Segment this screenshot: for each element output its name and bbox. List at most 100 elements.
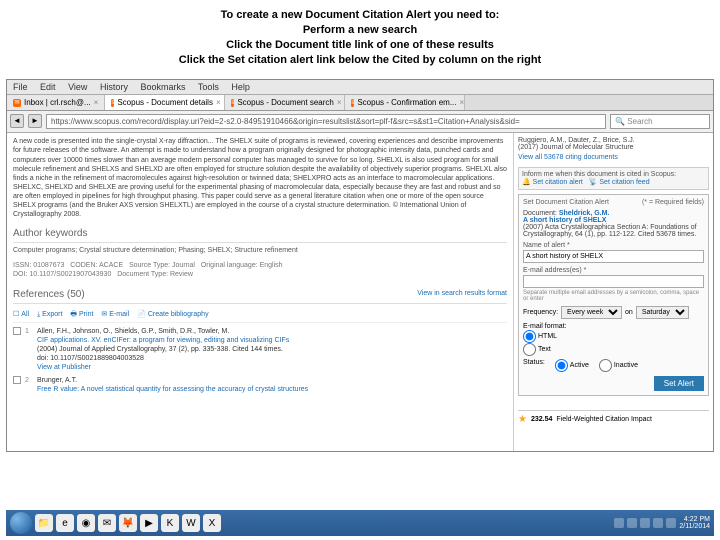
tab-inbox[interactable]: ✉Inbox | crl.rsch@...× [7,95,105,110]
keywords: Computer programs; Crystal structure det… [13,246,507,255]
author-keywords-heading: Author keywords [13,227,507,243]
menu-tools[interactable]: Tools [198,82,219,92]
firefox-icon[interactable]: 🦊 [119,514,137,532]
view-results-link[interactable]: View in search results format [417,289,507,298]
menu-history[interactable]: History [100,82,128,92]
ref-checkbox[interactable] [13,376,21,384]
doc-meta: ISSN: 01087673 CODEN: ACACE Source Type:… [13,261,507,279]
frequency-row: Frequency: Every week on Saturday [523,306,704,319]
tray-icon[interactable] [653,518,663,528]
panel-title: Set Document Citation Alert [523,199,609,206]
clock[interactable]: 4:22 PM 2/11/2014 [679,516,710,530]
tray-icon[interactable] [666,518,676,528]
main-column: A new code is presented into the single-… [7,133,513,451]
app-icon[interactable]: K [161,514,179,532]
tray-icon[interactable] [627,518,637,528]
alert-document: Document: Sheldrick, G.M. A short histor… [523,210,704,238]
outlook-icon[interactable]: ✉ [98,514,116,532]
ref-authors: Allen, F.H., Johnson, O., Shields, G.P.,… [37,327,507,336]
bibliography-link[interactable]: 📄 Create bibliography [137,310,208,319]
view-publisher-link[interactable]: View at Publisher [37,363,507,372]
url-field[interactable]: https://www.scopus.com/record/display.ur… [46,114,606,129]
tab-confirmation[interactable]: sScopus - Confirmation em...× [345,95,465,110]
explorer-icon[interactable]: 📁 [35,514,53,532]
reference-item: 2 Brunger, A.T. Free R value: A novel st… [13,376,507,394]
set-citation-feed-link[interactable]: 📡 Set citation feed [589,179,650,186]
ie-icon[interactable]: e [56,514,74,532]
references-heading: References (50) View in search results f… [13,288,507,304]
page-content: A new code is presented into the single-… [7,133,713,451]
ref-number: 1 [25,327,33,372]
day-select[interactable]: Saturday [636,306,689,319]
view-all-citing-link[interactable]: View all 53678 citing documents [518,154,709,161]
status-row: Status: Active Inactive [523,359,704,372]
tab-doc-details[interactable]: sScopus - Document details× [105,95,225,110]
media-icon[interactable]: ▶ [140,514,158,532]
ref-toolbar: ☐ All ⤓ Export 🖶 Print ✉ E-mail 📄 Create… [13,307,507,323]
mail-icon: ✉ [13,99,21,107]
ref-number: 2 [25,376,33,394]
email-label: E-mail address(es) * [523,267,704,274]
scopus-icon: s [351,99,354,107]
search-field[interactable]: 🔍 Search [610,114,710,129]
browser-window: File Edit View History Bookmarks Tools H… [6,79,714,452]
citing-doc: Ruggiero, A.M., Dauter, Z., Brice, S.J. … [518,137,709,151]
menu-bar: File Edit View History Bookmarks Tools H… [7,80,713,95]
start-button[interactable] [10,512,32,534]
status-inactive-radio[interactable] [599,359,612,372]
email-link[interactable]: ✉ E-mail [101,310,129,319]
menu-bookmarks[interactable]: Bookmarks [140,82,185,92]
sidebar: Ruggiero, A.M., Dauter, Z., Brice, S.J. … [513,133,713,451]
tray-icon[interactable] [640,518,650,528]
format-html-radio[interactable] [523,330,536,343]
taskbar: 📁 e ◉ ✉ 🦊 ▶ K W X 4:22 PM 2/11/2014 [6,510,714,536]
select-all[interactable]: ☐ All [13,310,29,319]
set-citation-alert-link[interactable]: 🔔 Set citation alert [522,179,583,186]
ref-title[interactable]: CIF applications. XV. enCIFer: a program… [37,336,507,345]
alert-name-input[interactable] [523,250,704,263]
scopus-icon: s [231,99,234,107]
alert-name-label: Name of alert * [523,242,704,249]
tab-doc-search[interactable]: sScopus - Document search× [225,95,345,110]
set-alert-button[interactable]: Set Alert [654,376,704,391]
star-icon: ★ [518,414,527,425]
citation-alert-panel: Set Document Citation Alert (* = Require… [518,194,709,396]
fwci-row: ★ 232.54 Field-Weighted Citation Impact [518,410,709,425]
instructions: To create a new Document Citation Alert … [0,0,720,79]
email-input[interactable] [523,275,704,288]
format-text-radio[interactable] [523,343,536,356]
ref-checkbox[interactable] [13,327,21,335]
frequency-select[interactable]: Every week [561,306,622,319]
back-button[interactable]: ◄ [10,114,24,128]
scopus-icon: s [111,99,114,107]
close-icon[interactable]: × [94,98,99,107]
ref-source: (2004) Journal of Applied Crystallograph… [37,345,507,354]
address-bar: ◄ ► https://www.scopus.com/record/displa… [7,111,713,133]
ref-doi: doi: 10.1107/S0021889804003528 [37,354,507,363]
close-icon[interactable]: × [460,98,465,107]
word-icon[interactable]: W [182,514,200,532]
ref-title[interactable]: Free R value: A novel statistical quanti… [37,385,507,394]
tray-icon[interactable] [614,518,624,528]
close-icon[interactable]: × [337,98,342,107]
chrome-icon[interactable]: ◉ [77,514,95,532]
fwci-label: Field-Weighted Citation Impact [556,416,652,423]
system-tray: 4:22 PM 2/11/2014 [614,516,710,530]
email-hint: Separate multiple email addresses by a s… [523,290,704,302]
forward-button[interactable]: ► [28,114,42,128]
status-active-radio[interactable] [555,359,568,372]
menu-help[interactable]: Help [231,82,250,92]
fwci-value: 232.54 [531,416,552,423]
menu-edit[interactable]: Edit [40,82,56,92]
required-note: (* = Required fields) [642,199,704,206]
excel-icon[interactable]: X [203,514,221,532]
close-icon[interactable]: × [216,98,221,107]
reference-item: 1 Allen, F.H., Johnson, O., Shields, G.P… [13,327,507,372]
abstract-text: A new code is presented into the single-… [13,137,507,219]
format-row: E-mail format: HTML Text [523,323,704,356]
inform-box: Inform me when this document is cited in… [518,167,709,190]
menu-file[interactable]: File [13,82,28,92]
print-link[interactable]: 🖶 Print [70,310,93,319]
menu-view[interactable]: View [68,82,87,92]
export-link[interactable]: ⤓ Export [37,310,62,319]
